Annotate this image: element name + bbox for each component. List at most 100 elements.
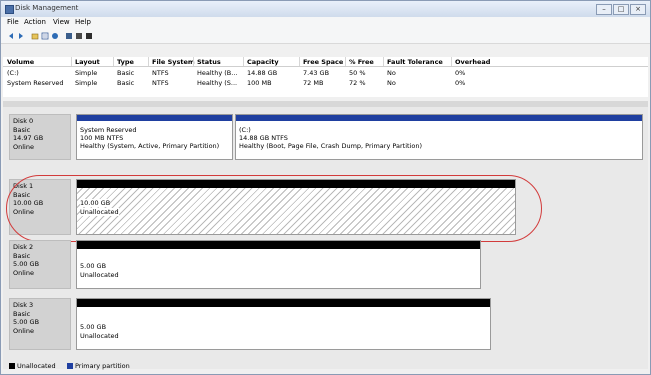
unallocated-partition-disk-3[interactable]: 5.00 GB Unallocated xyxy=(76,298,491,350)
col-divider[interactable] xyxy=(243,57,244,66)
properties-icon[interactable] xyxy=(41,32,49,40)
up-icon[interactable] xyxy=(31,32,39,40)
disk-size: 5.00 GB xyxy=(13,260,40,268)
col-layout[interactable]: Layout xyxy=(75,58,100,66)
legend-swatch-unallocated xyxy=(9,363,15,369)
settings-icon[interactable] xyxy=(75,32,83,40)
partition-status: Healthy (Boot, Page File, Crash Dump, Pr… xyxy=(239,142,422,150)
col-type[interactable]: Type xyxy=(117,58,134,66)
filesystem-cell: NTFS xyxy=(152,69,169,77)
pct-free-cell: 72 % xyxy=(349,79,366,87)
type-cell: Basic xyxy=(117,79,135,87)
primary-partition-bar xyxy=(77,115,232,121)
partition-status: Unallocated xyxy=(80,332,119,340)
refresh-icon[interactable] xyxy=(65,32,73,40)
capacity-cell: 100 MB xyxy=(247,79,272,87)
legend-label: Primary partition xyxy=(75,362,130,370)
forward-icon[interactable] xyxy=(17,32,25,40)
col-divider[interactable] xyxy=(383,57,384,66)
disk-state: Online xyxy=(13,327,34,335)
minimize-button[interactable]: – xyxy=(596,4,612,15)
disk-state: Online xyxy=(13,269,34,277)
volume-cell: (C:) xyxy=(7,69,19,77)
back-icon[interactable] xyxy=(7,32,15,40)
list-icon[interactable] xyxy=(85,32,93,40)
menu-bar: File Action View Help xyxy=(1,17,650,29)
col-capacity[interactable]: Capacity xyxy=(247,58,279,66)
col-status[interactable]: Status xyxy=(197,58,221,66)
window-title: Disk Management xyxy=(15,4,79,12)
disk-2-label[interactable]: Disk 2 Basic 5.00 GB Online xyxy=(9,240,71,289)
partition-title: (C:) xyxy=(239,126,251,134)
layout-cell: Simple xyxy=(75,69,98,77)
unallocated-bar xyxy=(77,241,480,249)
col-volume[interactable]: Volume xyxy=(7,58,34,66)
type-cell: Basic xyxy=(117,69,135,77)
unallocated-partition-disk-2[interactable]: 5.00 GB Unallocated xyxy=(76,240,481,289)
partition-size: 100 MB NTFS xyxy=(80,134,124,142)
col-overhead[interactable]: Overhead xyxy=(455,58,490,66)
col-free-space[interactable]: Free Space xyxy=(303,58,343,66)
partition-title: System Reserved xyxy=(80,126,137,134)
partition-c[interactable]: (C:) 14.88 GB NTFS Healthy (Boot, Page F… xyxy=(235,114,643,160)
col-divider[interactable] xyxy=(113,57,114,66)
fault-cell: No xyxy=(387,79,396,87)
maximize-button[interactable]: □ xyxy=(613,4,629,15)
close-button[interactable]: × xyxy=(630,4,646,15)
partition-size: 5.00 GB xyxy=(80,262,107,270)
col-pct-free[interactable]: % Free xyxy=(349,58,374,66)
disk-type: Basic xyxy=(13,126,31,134)
volume-cell: System Reserved xyxy=(7,79,64,87)
app-icon xyxy=(5,5,14,14)
disk-type: Basic xyxy=(13,310,31,318)
col-divider[interactable] xyxy=(148,57,149,66)
disk-management-window: Disk Management – □ × File Action View H… xyxy=(0,0,651,375)
partition-status: Healthy (System, Active, Primary Partiti… xyxy=(80,142,220,150)
disk-size: 5.00 GB xyxy=(13,318,40,326)
toolbar xyxy=(1,29,650,44)
table-row[interactable]: (C:) Simple Basic NTFS Healthy (B... 14.… xyxy=(3,68,648,78)
overhead-cell: 0% xyxy=(455,69,466,77)
free-space-cell: 72 MB xyxy=(303,79,324,87)
menu-view[interactable]: View xyxy=(53,18,70,26)
menu-action[interactable]: Action xyxy=(24,18,46,26)
fault-cell: No xyxy=(387,69,396,77)
disk-size: 14.97 GB xyxy=(13,134,44,142)
unallocated-bar xyxy=(77,299,490,307)
col-divider[interactable] xyxy=(71,57,72,66)
partition-status: Unallocated xyxy=(80,271,119,279)
col-divider[interactable] xyxy=(345,57,346,66)
col-divider[interactable] xyxy=(451,57,452,66)
highlight-annotation xyxy=(6,175,542,242)
filesystem-cell: NTFS xyxy=(152,79,169,87)
primary-partition-bar xyxy=(236,115,642,121)
partition-system-reserved[interactable]: System Reserved 100 MB NTFS Healthy (Sys… xyxy=(76,114,233,160)
disk-3-label[interactable]: Disk 3 Basic 5.00 GB Online xyxy=(9,298,71,350)
capacity-cell: 14.88 GB xyxy=(247,69,278,77)
volume-list-header: Volume Layout Type File System Status Ca… xyxy=(3,57,648,67)
layout-cell: Simple xyxy=(75,79,98,87)
window-controls: – □ × xyxy=(596,4,646,15)
legend-label: Unallocated xyxy=(17,362,56,370)
disk-0-label[interactable]: Disk 0 Basic 14.97 GB Online xyxy=(9,114,71,160)
disk-name: Disk 3 xyxy=(13,301,34,309)
col-divider[interactable] xyxy=(299,57,300,66)
table-row[interactable]: System Reserved Simple Basic NTFS Health… xyxy=(3,78,648,88)
overhead-cell: 0% xyxy=(455,79,466,87)
help-icon[interactable] xyxy=(51,32,59,40)
status-cell: Healthy (S... xyxy=(197,79,238,87)
col-filesystem[interactable]: File System xyxy=(152,58,195,66)
pct-free-cell: 50 % xyxy=(349,69,366,77)
disk-name: Disk 2 xyxy=(13,243,34,251)
menu-help[interactable]: Help xyxy=(75,18,91,26)
menu-file[interactable]: File xyxy=(7,18,19,26)
col-divider[interactable] xyxy=(193,57,194,66)
legend-swatch-primary xyxy=(67,363,73,369)
partition-size: 14.88 GB NTFS xyxy=(239,134,288,142)
status-cell: Healthy (B... xyxy=(197,69,238,77)
title-bar: Disk Management – □ × xyxy=(1,1,650,17)
free-space-cell: 7.43 GB xyxy=(303,69,330,77)
partition-size: 5.00 GB xyxy=(80,323,107,331)
col-fault-tolerance[interactable]: Fault Tolerance xyxy=(387,58,443,66)
disk-name: Disk 0 xyxy=(13,117,34,125)
